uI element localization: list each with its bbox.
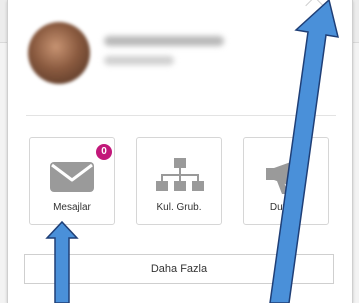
announcements-tile[interactable]: Duyuru xyxy=(243,137,329,225)
user-dropdown-panel: 0 Mesajlar Kul. Grub. Duyuru Daha Fazla xyxy=(7,0,353,303)
unread-count-badge: 0 xyxy=(96,144,112,160)
messages-tile[interactable]: 0 Mesajlar xyxy=(29,137,115,225)
avatar[interactable] xyxy=(28,22,90,84)
messages-label: Mesajlar xyxy=(53,202,91,213)
divider xyxy=(26,115,336,116)
blurred-user-name xyxy=(104,36,224,46)
profile-header xyxy=(8,0,352,116)
user-groups-label: Kul. Grub. xyxy=(156,202,202,213)
more-button[interactable]: Daha Fazla xyxy=(24,254,334,284)
announcements-label: Duyuru xyxy=(269,202,303,213)
blurred-user-detail xyxy=(104,56,174,65)
user-groups-tile[interactable]: Kul. Grub. xyxy=(136,137,222,225)
